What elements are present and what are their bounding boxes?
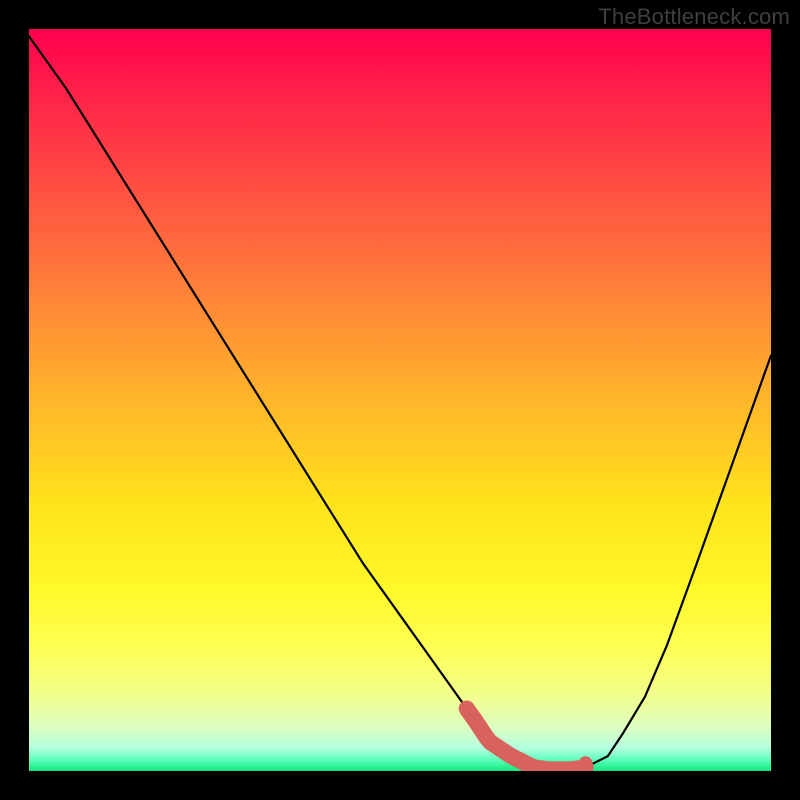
plot-area bbox=[29, 29, 771, 771]
bottleneck-curve bbox=[29, 36, 771, 769]
curve-layer bbox=[29, 29, 771, 771]
chart-root: TheBottleneck.com bbox=[0, 0, 800, 800]
highlight-end-dot bbox=[579, 756, 593, 770]
highlight-band bbox=[467, 709, 586, 770]
watermark-text: TheBottleneck.com bbox=[598, 4, 790, 30]
